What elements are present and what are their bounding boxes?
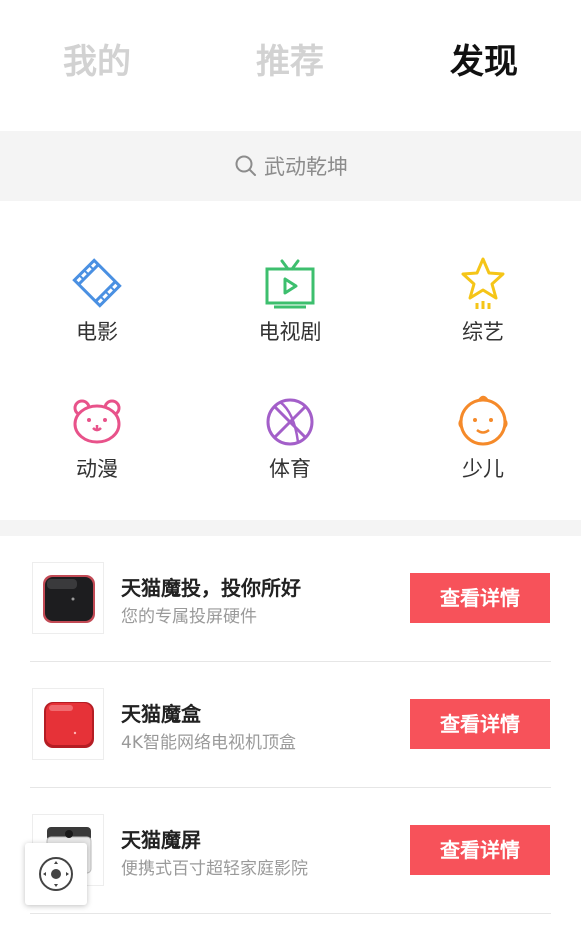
category-anime[interactable]: 动漫	[17, 390, 177, 490]
product-title: 天猫魔投，投你所好	[121, 576, 301, 600]
product-subtitle: 便携式百寸超轻家庭影院	[121, 859, 308, 879]
top-tabs: 我的 推荐 发现	[0, 0, 581, 131]
remote-control-button[interactable]	[25, 843, 87, 905]
product-row[interactable]: 天猫魔投，投你所好 您的专属投屏硬件 查看详情	[30, 536, 551, 662]
product-row[interactable]: 天猫魔盒 4K智能网络电视机顶盒 查看详情	[30, 662, 551, 788]
category-label: 动漫	[76, 457, 118, 481]
tv-icon	[265, 259, 315, 309]
product-subtitle: 您的专属投屏硬件	[121, 607, 257, 627]
basketball-icon	[266, 398, 314, 446]
product-thumbnail	[32, 688, 104, 760]
tab-recommend[interactable]: 推荐	[220, 36, 360, 88]
category-label: 少儿	[462, 457, 504, 481]
projector-icon	[43, 575, 95, 623]
search-content: 武动乾坤	[234, 149, 348, 183]
tv-box-icon	[44, 702, 94, 748]
category-label: 电影	[76, 320, 118, 344]
bear-icon	[73, 399, 121, 444]
remote-control-icon	[39, 857, 73, 891]
category-kids[interactable]: 少儿	[403, 390, 563, 490]
product-row[interactable]: 天猫魔屏 便携式百寸超轻家庭影院 查看详情	[30, 788, 551, 914]
category-sports[interactable]: 体育	[210, 390, 370, 490]
product-title: 天猫魔屏	[121, 828, 201, 852]
discover-page: 我的 推荐 发现 武动乾坤 电影 电视剧 综艺 动漫 体育 少儿 天猫魔投，投你…	[0, 0, 581, 930]
category-variety[interactable]: 综艺	[403, 253, 563, 353]
category-label: 综艺	[462, 320, 504, 344]
category-label: 体育	[269, 457, 311, 481]
section-divider	[0, 520, 581, 536]
film-icon	[72, 258, 122, 308]
star-icon	[461, 257, 505, 309]
search-placeholder: 武动乾坤	[264, 155, 348, 179]
tab-mine[interactable]: 我的	[27, 36, 167, 88]
search-icon	[235, 155, 256, 176]
tab-discover[interactable]: 发现	[414, 36, 554, 88]
view-details-button[interactable]: 查看详情	[410, 573, 550, 623]
product-title: 天猫魔盒	[121, 702, 201, 726]
category-movie[interactable]: 电影	[17, 253, 177, 353]
category-label: 电视剧	[258, 320, 322, 344]
category-tv-series[interactable]: 电视剧	[210, 253, 370, 353]
product-thumbnail	[32, 562, 104, 634]
view-details-button[interactable]: 查看详情	[410, 699, 550, 749]
search-bar[interactable]: 武动乾坤	[0, 131, 581, 201]
view-details-button[interactable]: 查看详情	[410, 825, 550, 875]
row-divider	[30, 913, 551, 914]
product-subtitle: 4K智能网络电视机顶盒	[121, 733, 296, 753]
baby-face-icon	[458, 395, 508, 446]
